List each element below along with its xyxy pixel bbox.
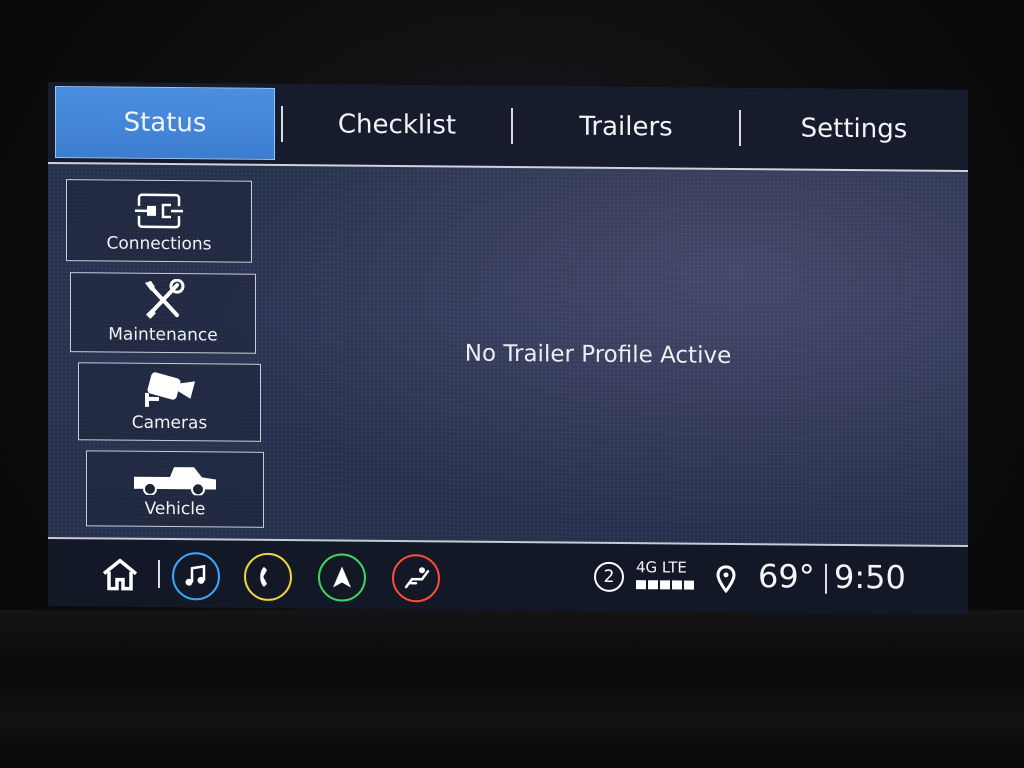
connections-label: Connections [106, 233, 212, 255]
temperature: 69° [758, 557, 815, 596]
trailer-status-message: No Trailer Profile Active [464, 340, 732, 369]
infotainment-screen: Status Checklist Trailers Settings Conne… [48, 81, 968, 615]
tab-checklist-label: Checklist [337, 109, 457, 141]
audio-button[interactable] [172, 552, 220, 601]
camera-icon [144, 372, 195, 407]
tab-trailers[interactable]: Trailers [513, 90, 739, 164]
navigation-button[interactable] [318, 553, 366, 602]
maintenance-label: Maintenance [108, 324, 218, 346]
signal-strength-bars [636, 580, 694, 590]
divider [825, 563, 827, 594]
vehicle-label: Vehicle [144, 498, 206, 520]
tab-trailers-label: Trailers [579, 111, 673, 143]
notification-count: 2 [603, 566, 615, 587]
maintenance-button[interactable]: Maintenance [70, 272, 256, 354]
divider [158, 559, 160, 588]
cameras-button[interactable]: Cameras [78, 362, 261, 442]
navigation-arrow-icon [333, 566, 351, 588]
clock[interactable]: 9:50 [834, 558, 906, 597]
cameras-label: Cameras [131, 412, 208, 434]
phone-icon [260, 566, 267, 587]
bottom-shortcut-bar: 2 4G LTE 69° 9:50 [48, 536, 968, 615]
phone-button[interactable] [244, 552, 292, 602]
music-note-icon [185, 564, 206, 586]
connections-button[interactable]: Connections [66, 179, 252, 263]
seat-icon [404, 567, 430, 589]
location-pin-icon [716, 565, 736, 593]
vehicle-seat-button[interactable] [392, 553, 440, 603]
tab-status[interactable]: Status [55, 86, 275, 160]
connections-icon [134, 193, 184, 229]
wrench-screwdriver-icon [145, 278, 185, 319]
tab-checklist[interactable]: Checklist [283, 88, 511, 162]
tab-settings-label: Settings [800, 113, 908, 145]
top-tab-bar: Status Checklist Trailers Settings [48, 81, 968, 173]
vehicle-button[interactable]: Vehicle [86, 450, 264, 528]
home-icon[interactable] [100, 557, 140, 591]
notification-count-badge[interactable]: 2 [594, 561, 624, 593]
bezel-lower-trim [0, 610, 1024, 768]
network-label: 4G LTE [636, 558, 687, 577]
pickup-truck-icon [134, 467, 216, 496]
tab-settings[interactable]: Settings [741, 92, 967, 166]
tab-status-label: Status [123, 107, 207, 139]
